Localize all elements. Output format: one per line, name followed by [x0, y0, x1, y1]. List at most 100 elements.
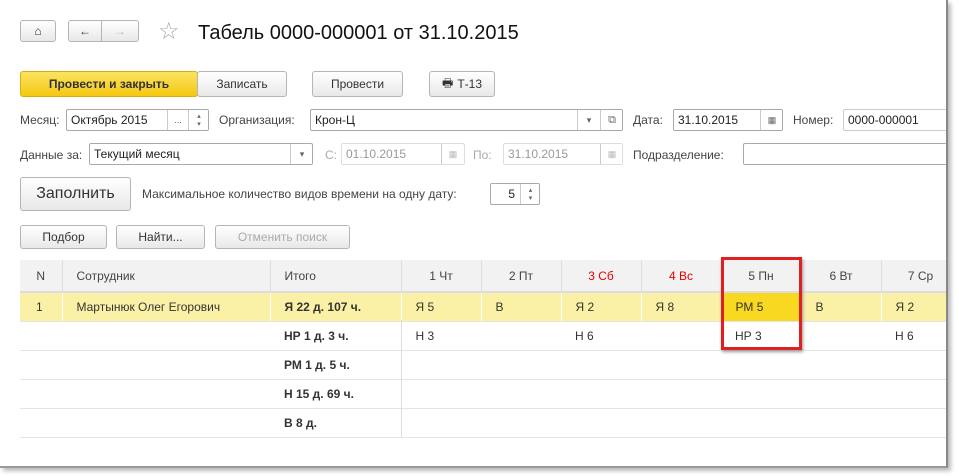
calendar-icon[interactable]: ▦: [441, 144, 464, 164]
col-total[interactable]: Итого: [270, 260, 402, 293]
cell-day-3[interactable]: [561, 350, 641, 380]
cell-day-2[interactable]: [481, 321, 561, 351]
month-field[interactable]: Октябрь 2015 ... ▴ ▾: [66, 109, 209, 131]
cell-day-4[interactable]: [641, 379, 721, 409]
back-button[interactable]: ←: [68, 20, 102, 42]
col-day-6[interactable]: 6 Вт: [801, 260, 882, 293]
select-button[interactable]: Подбор: [20, 225, 107, 249]
month-label: Месяц:: [20, 113, 60, 127]
cell-day-4[interactable]: [641, 350, 721, 380]
open-icon[interactable]: ⧉: [600, 110, 623, 130]
cell-day-7[interactable]: [881, 379, 946, 409]
cell-day-1[interactable]: [401, 379, 481, 409]
max-types-label: Максимальное количество видов времени на…: [142, 187, 457, 201]
cell-day-2[interactable]: [481, 408, 561, 438]
data-for-select[interactable]: Текущий месяц ▾: [89, 143, 313, 165]
col-day-1[interactable]: 1 Чт: [401, 260, 482, 293]
org-field[interactable]: Крон-Ц ▾ ⧉: [310, 109, 623, 131]
max-types-field[interactable]: 5 ▴ ▾: [490, 183, 540, 205]
cell-n[interactable]: [20, 408, 62, 438]
favorite-star-icon[interactable]: ☆: [158, 17, 180, 46]
print-t13-button[interactable]: 🖶 Т-13: [429, 71, 495, 97]
fill-button[interactable]: Заполнить: [20, 177, 131, 211]
cell-day-2[interactable]: [481, 379, 561, 409]
table-row[interactable]: НР 1 д. 3 ч. Н 3Н 6 НР 3Н 6: [20, 321, 946, 351]
cell-day-4[interactable]: [641, 321, 721, 351]
cell-day-2[interactable]: В: [481, 292, 562, 322]
calendar-icon[interactable]: ▦: [600, 144, 623, 164]
cell-total[interactable]: В 8 д.: [270, 408, 402, 438]
from-label: С:: [325, 148, 337, 162]
dropdown-icon[interactable]: ▾: [290, 144, 313, 164]
cell-day-7[interactable]: [881, 350, 946, 380]
table-row[interactable]: Н 15 д. 69 ч.: [20, 379, 946, 409]
cell-day-7[interactable]: [881, 408, 946, 438]
cell-day-3[interactable]: [561, 408, 641, 438]
cell-day-6[interactable]: [801, 321, 881, 351]
cell-employee[interactable]: Мартынюк Олег Егорович: [62, 292, 271, 322]
cell-day-4[interactable]: [641, 408, 721, 438]
month-select-button[interactable]: ...: [167, 110, 188, 130]
cell-day-5[interactable]: [721, 408, 801, 438]
cell-n[interactable]: [20, 350, 62, 380]
max-types-spinner[interactable]: ▴ ▾: [520, 184, 540, 204]
cell-day-5[interactable]: [721, 350, 801, 380]
cell-day-4[interactable]: Я 8: [641, 292, 722, 322]
post-and-close-button[interactable]: Провести и закрыть: [20, 71, 198, 97]
number-label: Номер:: [793, 113, 834, 127]
cell-day-6[interactable]: [801, 408, 881, 438]
cell-total[interactable]: Я 22 д. 107 ч.: [270, 292, 402, 322]
col-day-3[interactable]: 3 Сб: [561, 260, 642, 293]
org-value: Крон-Ц: [315, 113, 355, 127]
cell-day-1[interactable]: [401, 408, 481, 438]
cell-n[interactable]: 1: [20, 292, 63, 322]
cell-day-1[interactable]: Я 5: [401, 292, 482, 322]
number-field[interactable]: 0000-000001: [843, 109, 946, 131]
cell-day-3[interactable]: Н 6: [561, 321, 641, 351]
cell-day-7[interactable]: Н 6: [881, 321, 946, 351]
forward-button[interactable]: →: [101, 20, 139, 42]
from-date-field[interactable]: 01.10.2015 ▦: [341, 143, 465, 165]
cell-employee[interactable]: [62, 350, 270, 380]
col-n[interactable]: N: [20, 260, 63, 293]
cell-day-1[interactable]: [401, 350, 481, 380]
cell-day-3[interactable]: [561, 379, 641, 409]
dept-field[interactable]: [743, 143, 946, 165]
date-field[interactable]: 31.10.2015 ▦: [673, 109, 783, 131]
col-day-7[interactable]: 7 Ср: [881, 260, 946, 293]
cell-total[interactable]: РМ 1 д. 5 ч.: [270, 350, 402, 380]
dropdown-icon[interactable]: ▾: [577, 110, 600, 130]
cell-day-3[interactable]: Я 2: [561, 292, 642, 322]
table-row[interactable]: 1 Мартынюк Олег Егорович Я 22 д. 107 ч. Я 5…: [20, 292, 946, 322]
cell-employee[interactable]: [62, 321, 270, 351]
to-date-field[interactable]: 31.10.2015 ▦: [503, 143, 623, 165]
cell-employee[interactable]: [62, 379, 270, 409]
cell-day-6[interactable]: [801, 350, 881, 380]
post-button[interactable]: Провести: [312, 71, 403, 97]
cell-employee[interactable]: [62, 408, 270, 438]
col-day-2[interactable]: 2 Пт: [481, 260, 562, 293]
cell-n[interactable]: [20, 321, 62, 351]
find-button[interactable]: Найти...: [116, 225, 205, 249]
table-row[interactable]: В 8 д.: [20, 408, 946, 438]
cell-day-7[interactable]: Я 2: [881, 292, 946, 322]
cell-day-6[interactable]: [801, 379, 881, 409]
home-button[interactable]: ⌂: [20, 20, 56, 42]
cell-day-2[interactable]: [481, 350, 561, 380]
cell-day-5[interactable]: [721, 379, 801, 409]
calendar-icon[interactable]: ▦: [760, 110, 783, 130]
cell-n[interactable]: [20, 379, 62, 409]
cell-day-6[interactable]: В: [801, 292, 882, 322]
save-button[interactable]: Записать: [197, 71, 287, 97]
col-day-4[interactable]: 4 Вс: [641, 260, 722, 293]
max-types-value: 5: [508, 187, 515, 201]
cell-total[interactable]: Н 15 д. 69 ч.: [270, 379, 402, 409]
col-employee[interactable]: Сотрудник: [62, 260, 271, 293]
month-spinner[interactable]: ▴ ▾: [188, 110, 209, 130]
table-row[interactable]: РМ 1 д. 5 ч.: [20, 350, 946, 380]
cancel-search-button[interactable]: Отменить поиск: [215, 225, 350, 249]
home-icon: ⌂: [34, 24, 42, 38]
cell-total[interactable]: НР 1 д. 3 ч.: [270, 321, 402, 351]
data-for-value: Текущий месяц: [94, 147, 180, 161]
cell-day-1[interactable]: Н 3: [401, 321, 481, 351]
